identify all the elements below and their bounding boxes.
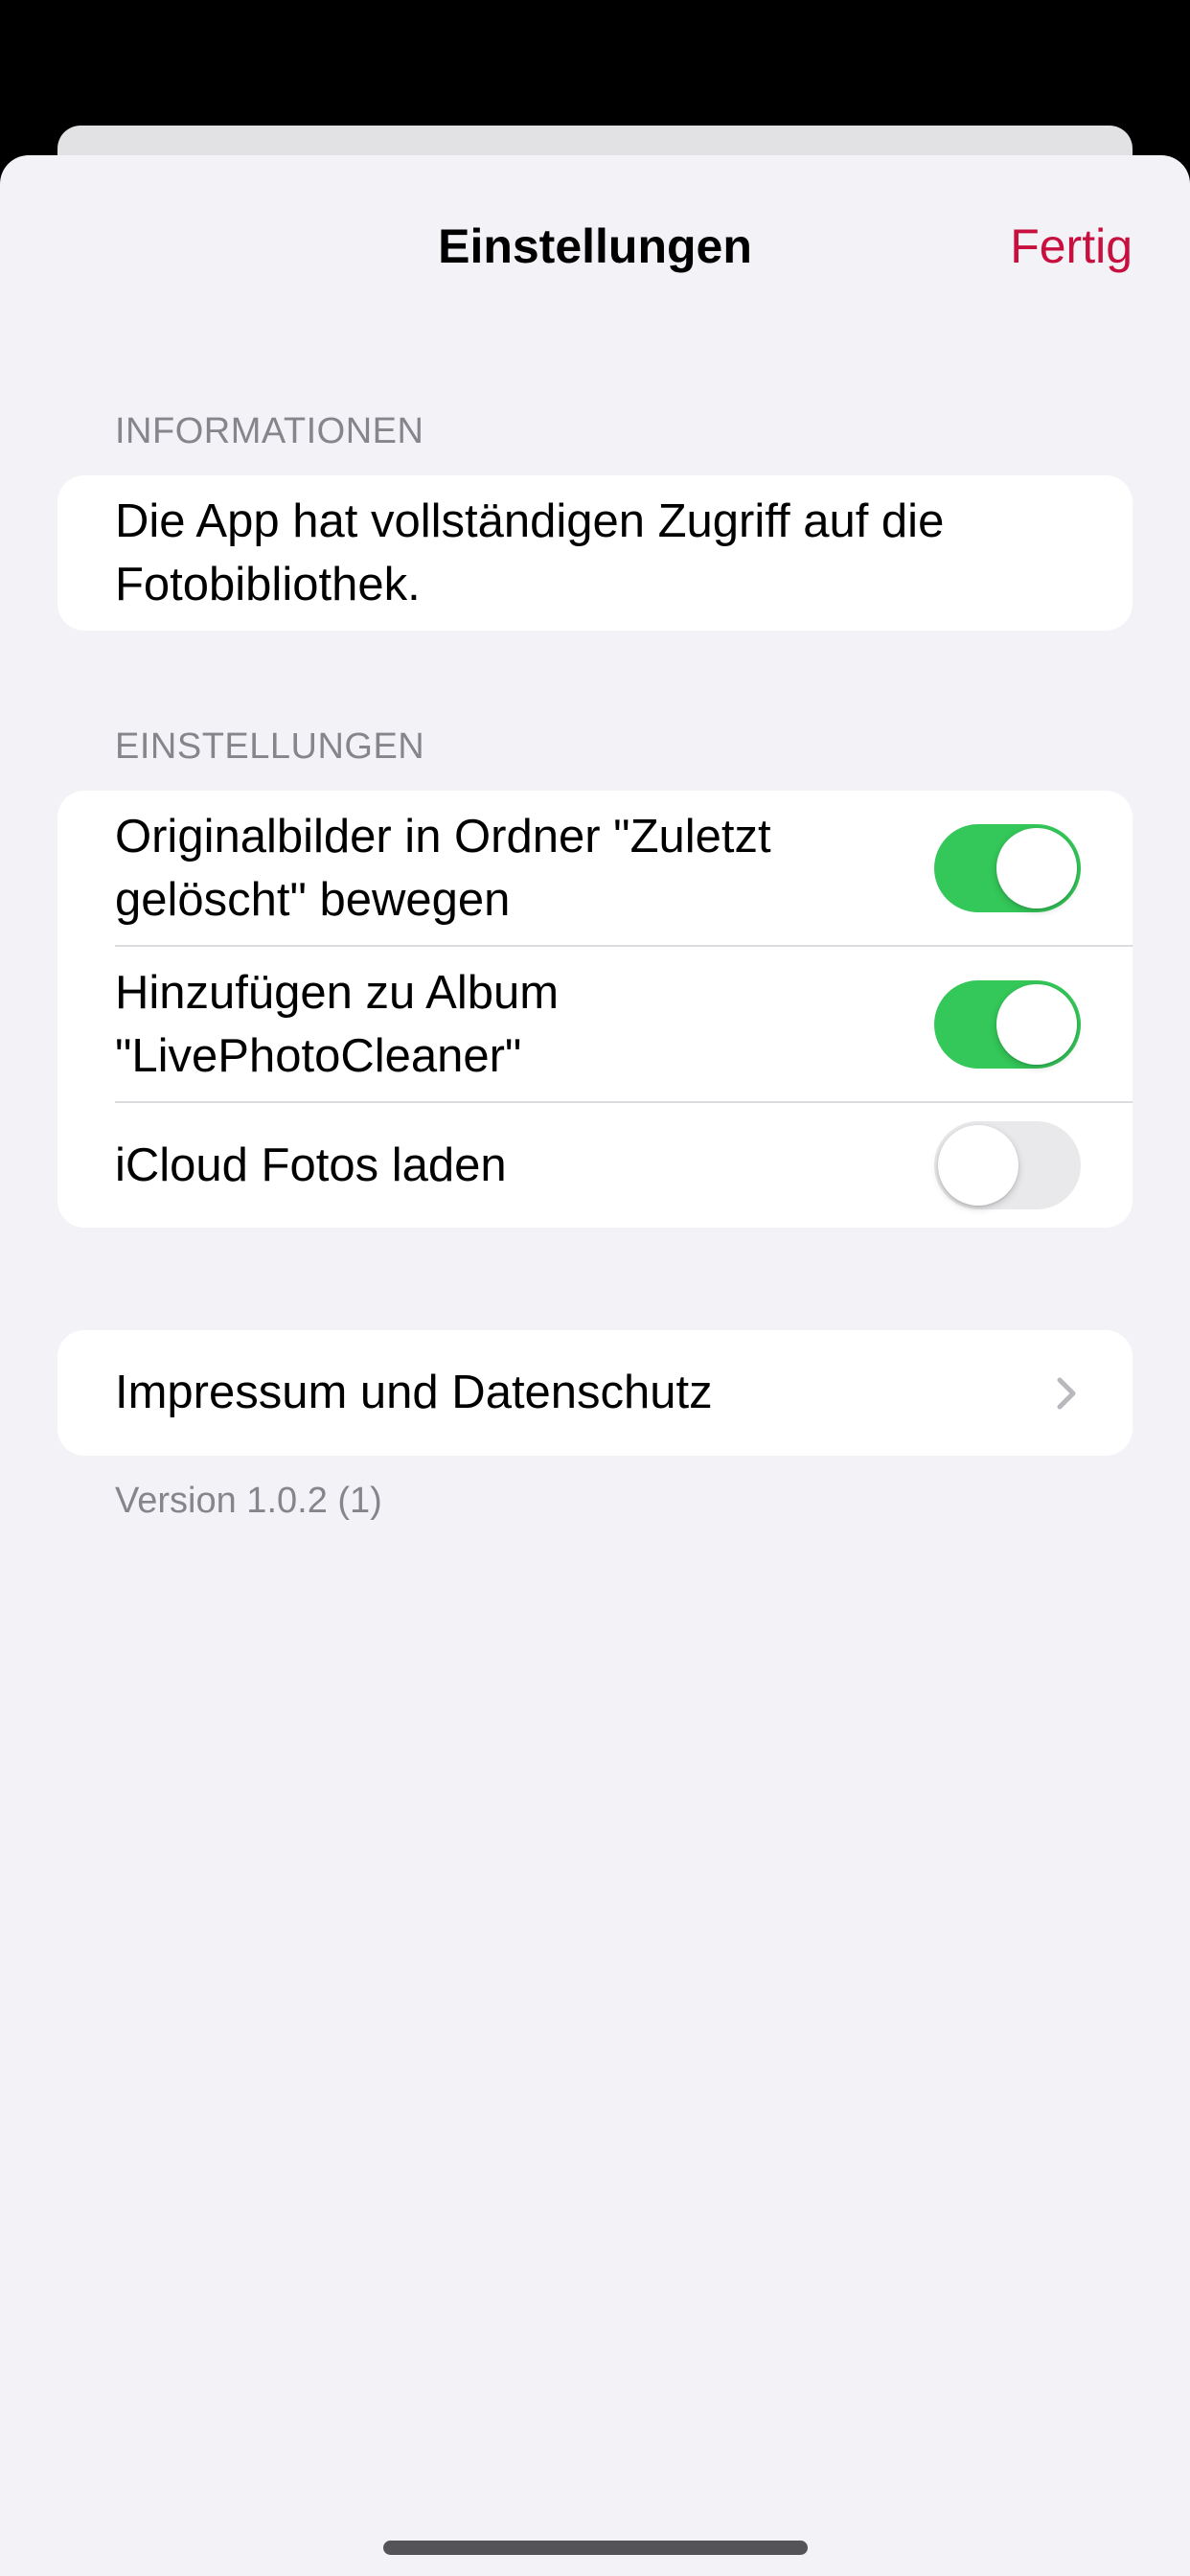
toggle-knob <box>938 1125 1018 1206</box>
legal-row-label: Impressum und Datenschutz <box>115 1367 713 1418</box>
chevron-right-icon <box>1057 1377 1076 1410</box>
info-group: Die App hat vollständigen Zugriff auf di… <box>57 475 1133 631</box>
section-header-settings: EINSTELLUNGEN <box>115 726 425 767</box>
move-originals-toggle[interactable] <box>934 824 1081 912</box>
info-text: Die App hat vollständigen Zugriff auf di… <box>115 495 945 610</box>
toggle-knob <box>996 984 1077 1065</box>
add-to-album-toggle[interactable] <box>934 980 1081 1069</box>
setting-label: iCloud Fotos laden <box>115 1139 507 1191</box>
setting-row-move-originals: Originalbilder in Ordner "Zuletzt gelösc… <box>57 791 1133 947</box>
setting-label: Originalbilder in Ordner "Zuletzt gelösc… <box>115 811 771 926</box>
setting-row-add-to-album: Hinzufügen zu Album "LivePhotoCleaner" <box>57 947 1133 1103</box>
home-indicator <box>383 2541 808 2555</box>
legal-row[interactable]: Impressum und Datenschutz <box>57 1330 1133 1456</box>
toggle-knob <box>996 828 1077 908</box>
settings-group: Originalbilder in Ordner "Zuletzt gelösc… <box>57 791 1133 1228</box>
settings-sheet: Einstellungen Fertig INFORMATIONEN Die A… <box>0 155 1190 2576</box>
version-label: Version 1.0.2 (1) <box>115 1481 382 1521</box>
icloud-photos-toggle[interactable] <box>934 1121 1081 1209</box>
setting-label: Hinzufügen zu Album "LivePhotoCleaner" <box>115 967 560 1082</box>
setting-row-icloud: iCloud Fotos laden <box>57 1103 1133 1228</box>
done-button[interactable]: Fertig <box>1010 213 1133 280</box>
section-header-info: INFORMATIONEN <box>115 411 424 451</box>
